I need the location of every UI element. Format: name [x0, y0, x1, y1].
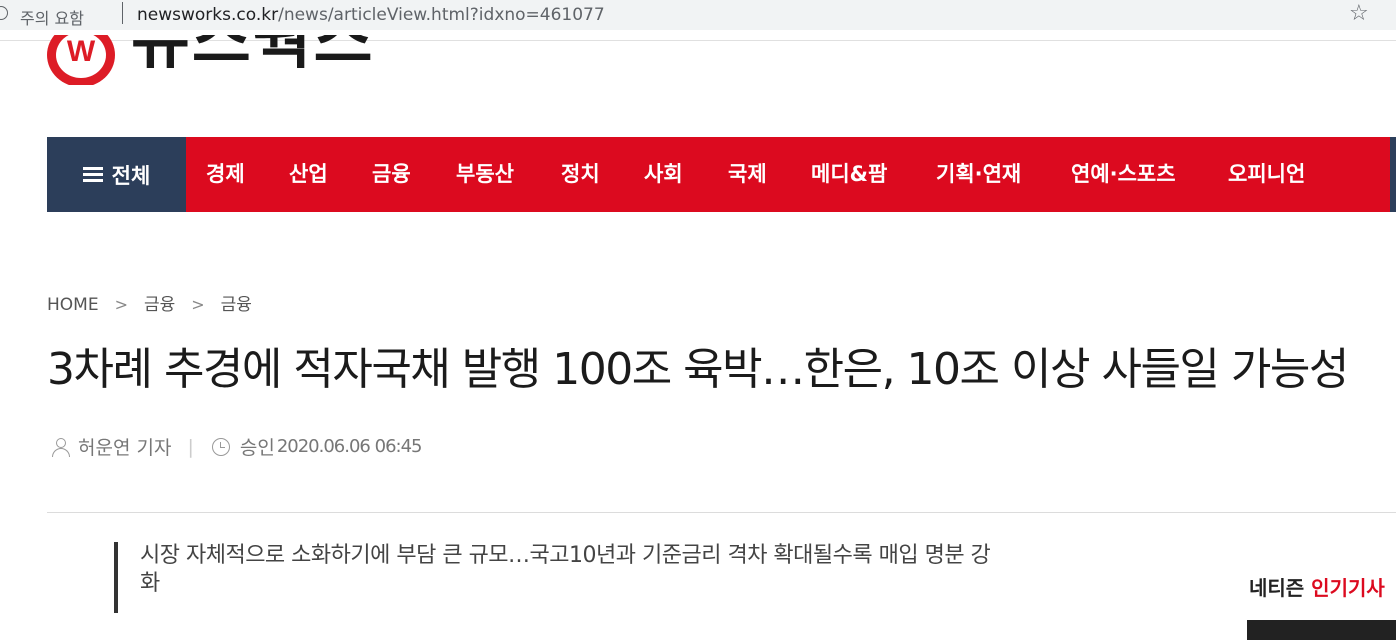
- nav-item-entertainment[interactable]: 연예·스포츠: [1071, 137, 1176, 212]
- address-bar[interactable]: 주의 요함 newsworks.co.kr/news/articleView.h…: [0, 0, 1396, 30]
- summary-line: 시장 자체적으로 소화하기에 부담 큰 규모…국고10년과 기준금리 격차 확대…: [140, 543, 991, 568]
- nav-item-international[interactable]: 국제: [728, 137, 767, 212]
- breadcrumb-home[interactable]: HOME: [47, 295, 99, 315]
- nav-item-politics[interactable]: 정치: [561, 137, 600, 212]
- person-icon: [52, 437, 70, 457]
- article-headline: 3차례 추경에 적자국채 발행 100조 육박…한은, 10조 이상 사들일 가…: [47, 344, 1349, 395]
- clock-icon: [211, 437, 230, 456]
- info-icon[interactable]: [0, 6, 8, 20]
- logo-text: 뉴스웍스: [131, 35, 375, 78]
- popular-articles-tabbar[interactable]: [1247, 620, 1396, 640]
- nav-item-medipharm[interactable]: 메디&팜: [811, 137, 887, 212]
- content-divider: [47, 512, 1396, 513]
- chevron-right-icon: >: [114, 295, 128, 314]
- article-byline: 허운연 기자 | 승인 2020.06.06 06:45: [52, 433, 423, 460]
- reporter-name[interactable]: 허운연 기자: [78, 433, 171, 460]
- nav-item-series[interactable]: 기획·연재: [936, 137, 1021, 212]
- site-logo[interactable]: W 뉴스웍스: [47, 35, 407, 85]
- breadcrumb-subsection[interactable]: 금융: [221, 290, 252, 315]
- url-text[interactable]: newsworks.co.kr/news/articleView.html?id…: [137, 5, 605, 25]
- breadcrumb: HOME > 금융 > 금융: [47, 290, 252, 315]
- security-warning[interactable]: 주의 요함: [20, 5, 84, 29]
- url-domain: newsworks.co.kr: [137, 5, 279, 25]
- nav-all-label: 전체: [111, 163, 151, 188]
- address-separator: [122, 2, 123, 24]
- article-date: 2020.06.06 06:45: [276, 436, 423, 457]
- bookmark-star-icon[interactable]: ☆: [1349, 1, 1369, 26]
- popular-title-plain: 네티즌: [1249, 576, 1312, 600]
- nav-item-opinion[interactable]: 오피니언: [1228, 137, 1305, 212]
- nav-item-industry[interactable]: 산업: [289, 137, 328, 212]
- article-summary: 시장 자체적으로 소화하기에 부담 큰 규모…국고10년과 기준금리 격차 확대…: [114, 542, 1154, 613]
- main-nav: 전체 경제 산업 금융 부동산 정치 사회 국제 메디&팜 기획·연재 연예·스…: [47, 137, 1396, 212]
- nav-item-economy[interactable]: 경제: [206, 137, 245, 212]
- nav-item-society[interactable]: 사회: [644, 137, 683, 212]
- nav-item-finance[interactable]: 금융: [372, 137, 411, 212]
- popular-articles-title: 네티즌 인기기사: [1249, 572, 1385, 601]
- popular-title-accent: 인기기사: [1311, 576, 1385, 600]
- nav-right-edge: [1390, 137, 1396, 212]
- byline-separator: |: [187, 435, 194, 458]
- breadcrumb-section[interactable]: 금융: [144, 290, 175, 315]
- nav-item-realestate[interactable]: 부동산: [456, 137, 514, 212]
- nav-all-button[interactable]: 전체: [47, 137, 186, 212]
- chevron-right-icon: >: [191, 295, 205, 314]
- summary-line: 화: [140, 571, 160, 596]
- url-path: /news/articleView.html?idxno=461077: [278, 5, 605, 25]
- approved-label: 승인: [239, 437, 275, 459]
- hamburger-icon: [82, 166, 103, 183]
- logo-mark-icon: W: [47, 35, 115, 85]
